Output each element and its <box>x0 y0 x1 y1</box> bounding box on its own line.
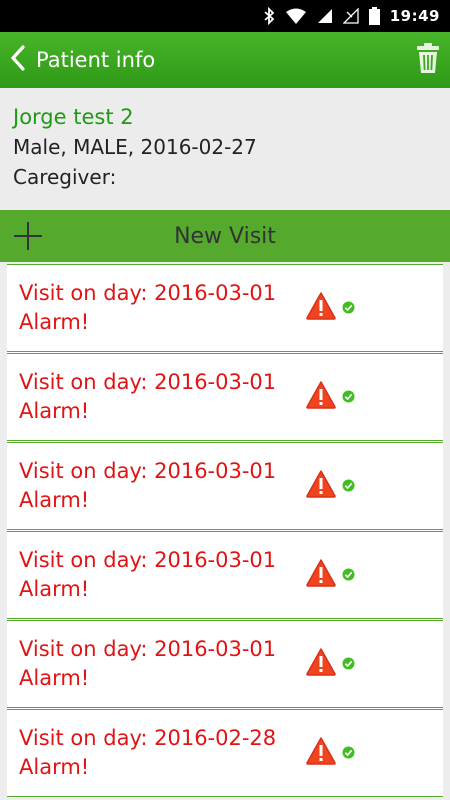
warning-icon <box>306 648 336 680</box>
check-icon <box>342 477 355 496</box>
wifi-icon <box>285 8 307 24</box>
visit-icons <box>306 470 355 502</box>
back-button[interactable]: Patient info <box>10 45 155 75</box>
visit-title: Visit on day: 2016-03-01 <box>19 281 277 305</box>
visit-item[interactable]: Visit on day: 2016-03-01 Alarm! <box>7 264 443 352</box>
visit-status: Alarm! <box>19 399 90 423</box>
visit-item[interactable]: Visit on day: 2016-03-01 Alarm! <box>7 442 443 530</box>
patient-info: Jorge test 2 Male, MALE, 2016-02-27 Care… <box>0 88 450 210</box>
no-signal-icon <box>342 8 359 24</box>
signal-icon <box>317 8 333 24</box>
visit-title: Visit on day: 2016-03-01 <box>19 459 277 483</box>
visit-status: Alarm! <box>19 666 90 690</box>
visit-status: Alarm! <box>19 577 90 601</box>
new-visit-label: New Visit <box>174 223 276 249</box>
trash-icon[interactable] <box>416 43 440 77</box>
visit-title: Visit on day: 2016-03-01 <box>19 548 277 572</box>
visit-title: Visit on day: 2016-03-01 <box>19 637 277 661</box>
app-title: Patient info <box>36 48 156 72</box>
patient-details: Male, MALE, 2016-02-27 <box>13 135 257 159</box>
warning-icon <box>306 470 336 502</box>
patient-name: Jorge test 2 <box>13 105 134 129</box>
plus-icon <box>12 220 44 256</box>
patient-caregiver: Caregiver: <box>13 165 117 189</box>
visit-title: Visit on day: 2016-02-28 <box>19 726 277 750</box>
bluetooth-icon <box>263 7 275 25</box>
new-visit-button[interactable]: New Visit <box>0 210 450 262</box>
visit-icons <box>306 292 355 324</box>
chevron-left-icon <box>10 45 26 75</box>
visit-status: Alarm! <box>19 755 90 779</box>
visit-item[interactable]: Visit on day: 2016-03-01 Alarm! <box>7 620 443 708</box>
check-icon <box>342 744 355 763</box>
warning-icon <box>306 292 336 324</box>
visit-status: Alarm! <box>19 310 90 334</box>
check-icon <box>342 299 355 318</box>
check-icon <box>342 655 355 674</box>
visit-item[interactable]: Visit on day: 2016-03-01 Alarm! <box>7 353 443 441</box>
visit-text: Visit on day: 2016-03-01 Alarm! <box>19 457 276 515</box>
battery-icon <box>368 7 380 25</box>
status-time: 19:49 <box>389 7 440 25</box>
visit-icons <box>306 381 355 413</box>
visit-text: Visit on day: 2016-03-01 Alarm! <box>19 279 276 337</box>
visit-status: Alarm! <box>19 488 90 512</box>
visit-text: Visit on day: 2016-03-01 Alarm! <box>19 546 276 604</box>
visit-icons <box>306 737 355 769</box>
visit-title: Visit on day: 2016-03-01 <box>19 370 277 394</box>
app-bar: Patient info <box>0 32 450 88</box>
warning-icon <box>306 381 336 413</box>
visit-text: Visit on day: 2016-03-01 Alarm! <box>19 635 276 693</box>
visit-text: Visit on day: 2016-02-28 Alarm! <box>19 724 276 782</box>
warning-icon <box>306 559 336 591</box>
visit-item[interactable]: Visit on day: 2016-02-28 Alarm! <box>7 709 443 797</box>
check-icon <box>342 566 355 585</box>
warning-icon <box>306 737 336 769</box>
visit-list: Visit on day: 2016-03-01 Alarm! Visit on… <box>7 264 443 797</box>
visit-icons <box>306 559 355 591</box>
visit-item[interactable]: Visit on day: 2016-03-01 Alarm! <box>7 531 443 619</box>
check-icon <box>342 388 355 407</box>
status-bar: 19:49 <box>0 0 450 32</box>
visit-text: Visit on day: 2016-03-01 Alarm! <box>19 368 276 426</box>
visit-icons <box>306 648 355 680</box>
